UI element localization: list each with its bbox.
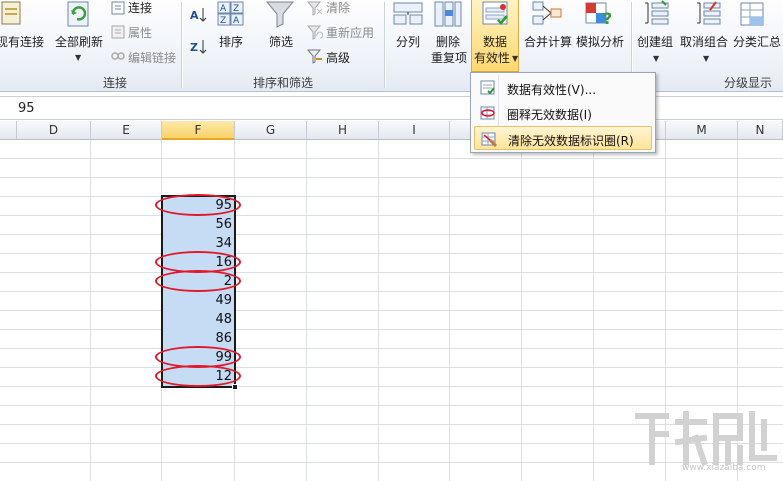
text-to-columns-icon <box>393 0 423 28</box>
svg-text:A: A <box>220 4 227 14</box>
group-label-sort-filter: 排序和筛选 <box>253 76 314 90</box>
svg-text:Z: Z <box>190 41 198 54</box>
group-label-connections: 连接 <box>103 76 128 90</box>
grid-hline <box>0 291 783 292</box>
circle-invalid-icon <box>480 105 496 124</box>
refresh-all-icon <box>65 0 93 30</box>
clear-filter-icon <box>307 0 323 16</box>
column-header-i[interactable]: I <box>379 121 450 140</box>
data-validation-label-line2[interactable]: 有效性 <box>474 51 510 65</box>
what-if-analysis-button[interactable]: 模拟分析 <box>576 35 624 49</box>
grid-hline <box>0 310 783 311</box>
invalid-data-circle <box>155 194 241 216</box>
sort-ascending-icon: A <box>190 6 208 24</box>
consolidate-icon <box>531 0 563 28</box>
column-header-n[interactable]: N <box>738 121 783 140</box>
text-to-columns-button[interactable]: 分列 <box>396 35 420 49</box>
grid-hline <box>0 177 783 178</box>
group-icon <box>642 0 672 28</box>
advanced-filter-icon <box>307 48 323 64</box>
column-header-f[interactable]: F <box>162 121 235 140</box>
row-header-corner[interactable] <box>0 121 17 140</box>
menu-item-data-validation[interactable]: 数据有效性(V)... <box>474 76 652 100</box>
grid-hline <box>0 348 783 349</box>
svg-text:A: A <box>233 16 240 26</box>
fill-handle[interactable] <box>232 384 238 390</box>
data-validation-dropdown-icon[interactable]: ▼ <box>512 54 518 63</box>
consolidate-button[interactable]: 合并计算 <box>524 35 572 49</box>
menu-item-label: 清除无效数据标识圈(R) <box>508 134 634 148</box>
reapply-icon <box>307 24 323 40</box>
formula-bar[interactable]: 95 <box>0 96 783 120</box>
invalid-data-circle <box>155 270 241 292</box>
menu-item-label: 圈释无效数据(I) <box>507 108 592 122</box>
watermark-url: www.xiazaiba.com <box>682 463 766 473</box>
column-header-h[interactable]: H <box>307 121 379 140</box>
edit-links-icon <box>110 48 126 64</box>
existing-connections-icon <box>0 0 24 28</box>
svg-text:Z: Z <box>233 4 239 14</box>
group-separator <box>384 2 385 88</box>
group-label-outline: 分级显示 <box>724 76 773 90</box>
subtotal-icon <box>738 0 768 28</box>
invalid-data-circle <box>155 365 241 387</box>
refresh-dropdown-icon[interactable]: ▼ <box>75 53 81 62</box>
refresh-all-button[interactable]: 全部刷新 <box>55 35 103 49</box>
group-dropdown-icon[interactable]: ▼ <box>653 54 659 63</box>
remove-duplicates-button-line1[interactable]: 删除 <box>436 35 460 49</box>
ungroup-button[interactable]: 取消组合 <box>680 35 728 49</box>
group-separator <box>181 2 182 88</box>
column-header-g[interactable]: G <box>235 121 307 140</box>
column-header-m[interactable]: M <box>666 121 738 140</box>
grid-hline <box>0 253 783 254</box>
data-validation-icon <box>480 80 496 99</box>
sort-button[interactable]: 排序 <box>219 35 243 49</box>
remove-duplicates-button-line2[interactable]: 重复项 <box>431 51 467 65</box>
reapply-button[interactable]: 重新应用 <box>326 26 374 40</box>
menu-item-label: 数据有效性(V)... <box>507 83 597 97</box>
existing-connections-button[interactable]: 现有连接 <box>0 35 44 49</box>
remove-duplicates-icon <box>433 0 463 28</box>
sort-icon: AZZA <box>217 0 245 28</box>
menu-item-clear-validation-circles[interactable]: 清除无效数据标识圈(R) <box>474 126 652 150</box>
grid-hline <box>0 158 783 159</box>
clear-filter-button[interactable]: 清除 <box>326 1 350 15</box>
svg-text:A: A <box>190 9 199 22</box>
ribbon: 现有连接 全部刷新 ▼ 连接 属性 编辑链接 连接 A Z AZZA 排序 筛选… <box>0 0 783 92</box>
data-validation-icon <box>481 0 511 28</box>
svg-text:Z: Z <box>220 16 226 26</box>
grid-hline <box>0 215 783 216</box>
advanced-filter-button[interactable]: 高级 <box>326 51 350 65</box>
grid-hline <box>0 329 783 330</box>
connections-icon <box>110 0 126 16</box>
svg-text:?: ? <box>603 9 612 28</box>
grid-hline <box>0 234 783 235</box>
ungroup-icon <box>694 0 724 28</box>
clear-circles-icon <box>481 131 498 150</box>
edit-links-button[interactable]: 编辑链接 <box>128 51 176 65</box>
group-button[interactable]: 创建组 <box>637 35 673 49</box>
subtotal-button[interactable]: 分类汇总 <box>733 35 781 49</box>
filter-icon <box>265 0 295 28</box>
grid-hline <box>0 196 783 197</box>
properties-icon <box>110 24 126 40</box>
column-header-d[interactable]: D <box>17 121 91 140</box>
sort-descending-icon: Z <box>190 38 208 56</box>
grid-hline <box>0 386 783 387</box>
what-if-analysis-icon: ? <box>584 0 614 28</box>
ungroup-dropdown-icon[interactable]: ▼ <box>703 54 709 63</box>
properties-button[interactable]: 属性 <box>128 26 152 40</box>
connections-button[interactable]: 连接 <box>128 1 152 15</box>
grid-hline <box>0 272 783 273</box>
grid-hline <box>0 367 783 368</box>
filter-button[interactable]: 筛选 <box>269 35 293 49</box>
formula-bar-value[interactable]: 95 <box>18 101 35 116</box>
data-validation-label-line1[interactable]: 数据 <box>483 35 507 49</box>
data-validation-menu: 数据有效性(V)... 圈释无效数据(I) 清除无效数据标识圈(R) <box>470 72 656 153</box>
grid-hline <box>0 405 783 406</box>
menu-item-circle-invalid-data[interactable]: 圈释无效数据(I) <box>474 101 652 125</box>
column-header-e[interactable]: E <box>91 121 162 140</box>
